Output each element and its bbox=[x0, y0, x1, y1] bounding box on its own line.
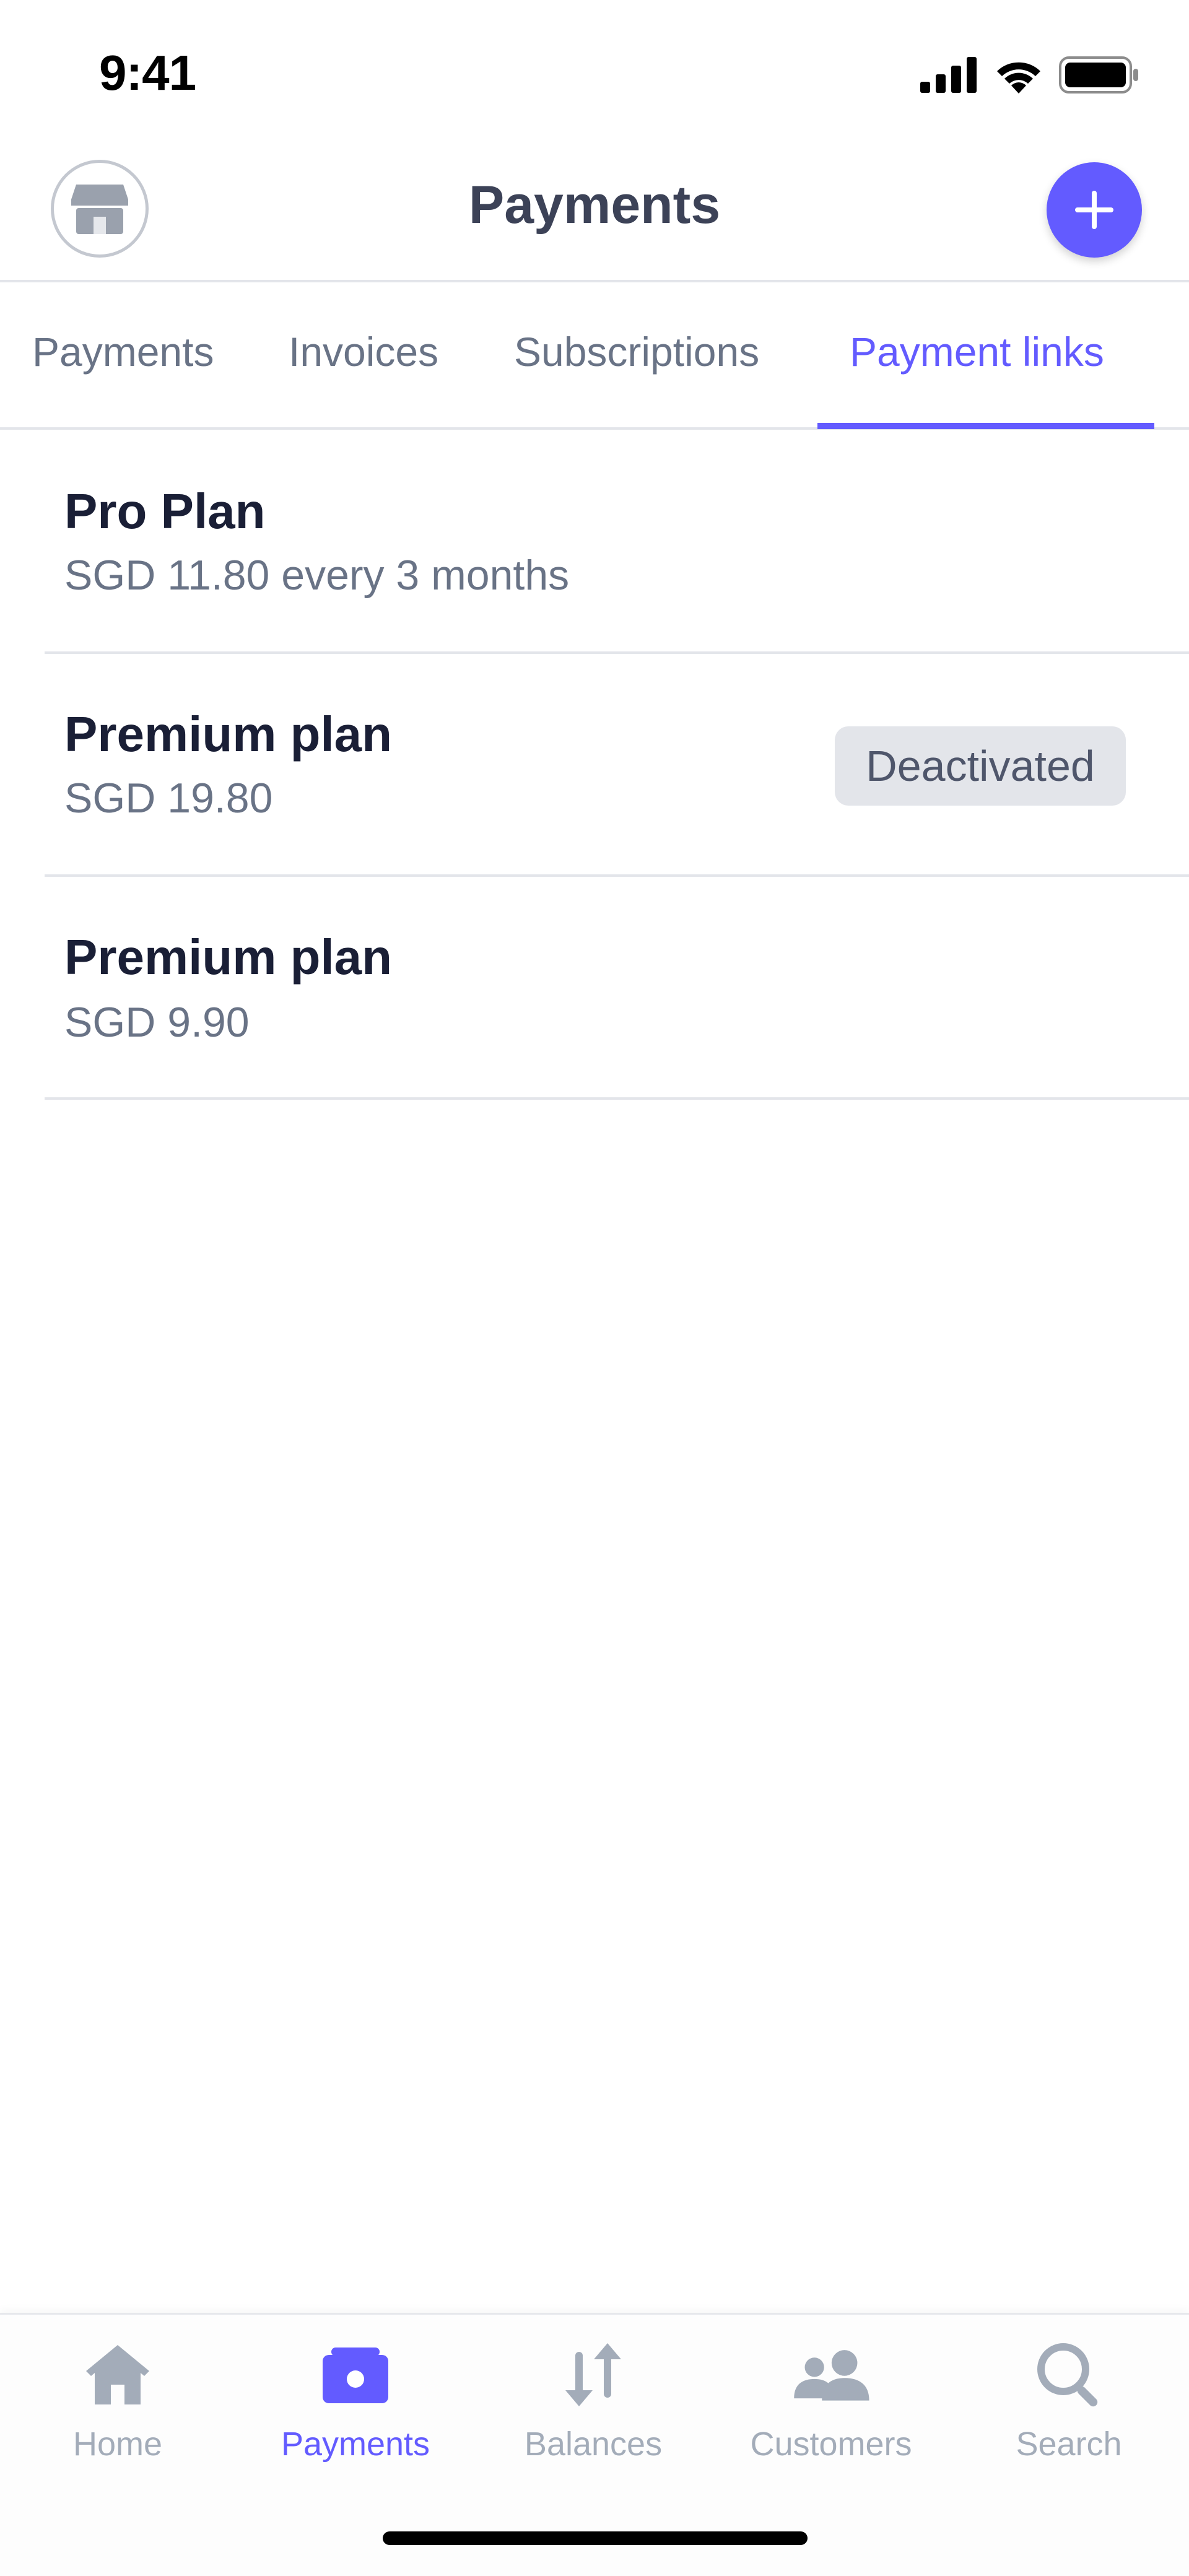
status-badge: Deactivated bbox=[835, 726, 1126, 806]
search-icon bbox=[1037, 2343, 1098, 2407]
list-item-subtitle: SGD 9.90 bbox=[64, 999, 250, 1046]
active-tab-indicator bbox=[817, 423, 1154, 429]
tabbar-item-customers[interactable]: Customers bbox=[713, 2334, 949, 2463]
wifi-icon bbox=[997, 62, 1040, 94]
page-title: Payments bbox=[468, 175, 721, 235]
add-button[interactable] bbox=[1047, 162, 1142, 258]
balances-icon bbox=[565, 2343, 621, 2406]
tab-invoices[interactable]: Invoices bbox=[289, 328, 438, 375]
tab-payments[interactable]: Payments bbox=[32, 328, 214, 375]
plus-icon bbox=[1075, 191, 1113, 229]
row-divider bbox=[45, 1097, 1189, 1100]
list-item[interactable] bbox=[0, 877, 1189, 1097]
tabbar-item-search[interactable]: Search bbox=[951, 2334, 1187, 2463]
list-item-title: Pro Plan bbox=[64, 484, 266, 539]
status-time: 9:41 bbox=[99, 45, 196, 100]
cellular-signal-icon bbox=[920, 57, 977, 93]
status-indicators bbox=[920, 53, 1139, 97]
tabbar-label: Customers bbox=[750, 2426, 912, 2463]
payments-icon bbox=[323, 2348, 388, 2403]
tabbar-item-balances[interactable]: Balances bbox=[476, 2334, 711, 2463]
tabbar-item-home[interactable]: Home bbox=[0, 2334, 235, 2463]
home-indicator bbox=[383, 2531, 808, 2545]
tabbar-label: Home bbox=[72, 2426, 163, 2463]
list-item[interactable] bbox=[0, 433, 1189, 651]
tab-subscriptions[interactable]: Subscriptions bbox=[514, 328, 759, 375]
list-item-subtitle: SGD 19.80 bbox=[64, 775, 273, 822]
tabbar-label: Payments bbox=[281, 2426, 430, 2463]
header-divider bbox=[0, 280, 1189, 282]
battery-icon bbox=[1059, 56, 1138, 94]
tab-payment-links[interactable]: Payment links bbox=[850, 328, 1104, 375]
list-item-title: Premium plan bbox=[64, 707, 393, 762]
customers-icon bbox=[794, 2350, 869, 2401]
tabbar-item-payments[interactable]: Payments bbox=[238, 2334, 473, 2463]
tabbar-label: Balances bbox=[524, 2426, 663, 2463]
list-item-title: Premium plan bbox=[64, 929, 393, 985]
home-icon bbox=[86, 2345, 149, 2404]
list-item-subtitle: SGD 11.80 every 3 months bbox=[64, 552, 570, 599]
tabbar-label: Search bbox=[1016, 2426, 1122, 2463]
